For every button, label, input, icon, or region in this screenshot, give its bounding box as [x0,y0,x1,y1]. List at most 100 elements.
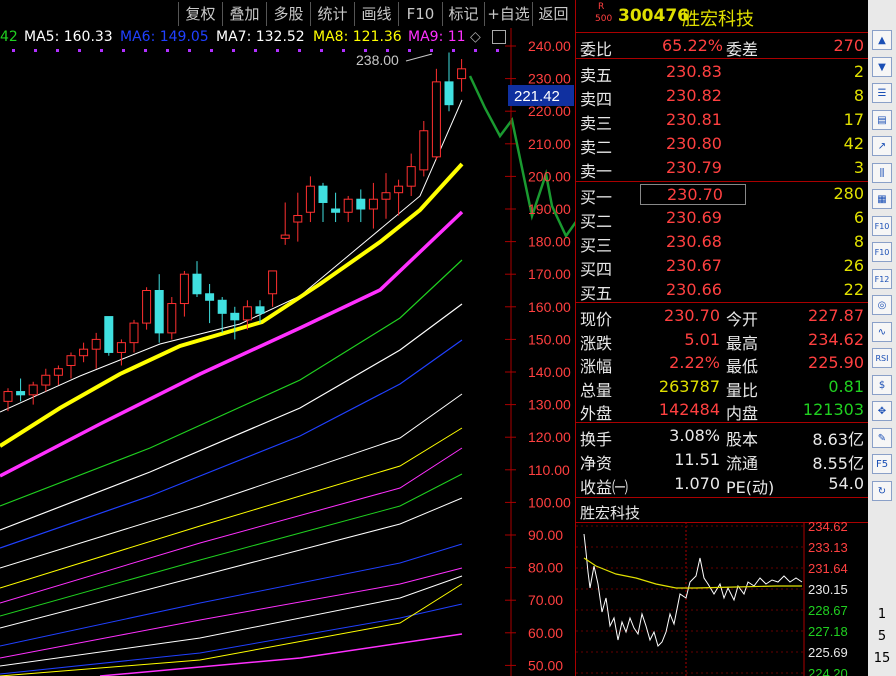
price-axis-tick: 170.00 [528,266,571,282]
stat-value: 234.62 [808,329,864,349]
multi-stock-button[interactable]: 多股 [266,2,310,26]
candle [129,322,139,344]
f10-icon[interactable]: F10 [872,215,892,236]
fund-value: 1.070 [674,474,720,493]
stat-label: 今开 [726,310,759,329]
doc-icon[interactable]: ▦ [872,189,892,209]
f10-button[interactable]: F10 [398,2,442,26]
weibi-value: 65.22% [662,36,724,55]
bid-row: 买一 230.70 280 [576,182,868,207]
bid-label: 买二 [580,212,613,231]
fund-row: 换手 3.08% 股本 8.63亿 [576,424,868,449]
rsi-icon[interactable]: RSI [872,348,892,368]
ask-row: 卖三 230.81 17 [576,108,868,133]
refresh-icon[interactable]: ↻ [872,480,892,501]
mini-axis-tick: 230.15 [808,582,848,597]
intraday-price-line [583,533,803,647]
ask-row: 卖四 230.82 8 [576,84,868,109]
bid-price: 230.68 [666,232,722,251]
mini-axis-tick: 224.20 [808,666,848,676]
fund-row: 净资 11.51 流通 8.55亿 [576,448,868,473]
pencil-icon[interactable]: ✎ [872,427,892,448]
mini-axis-tick: 228.67 [808,603,848,618]
fund-row: 收益㈠ 1.070 PE(动) 54.0 [576,472,868,497]
list-icon[interactable]: ☰ [872,83,892,103]
high-marker-label: 238.00 [356,52,399,68]
ask-label: 卖三 [580,114,613,133]
candle [41,374,51,386]
trend-icon[interactable]: ↗ [872,136,892,156]
dollar-icon[interactable]: $ [872,374,892,395]
period-number[interactable]: 15 [868,651,896,666]
price-axis-tick: 60.00 [528,625,563,641]
candle [3,391,13,402]
tick-icon[interactable]: ▤ [872,109,892,130]
kline-chart[interactable]: 240.00230.00220.00210.00200.00190.00180.… [0,28,575,676]
intraday-minichart[interactable]: 234.62 233.13 231.64 230.15 228.67 227.18 225.… [576,522,868,676]
ask-label: 卖五 [580,66,613,85]
candle [217,299,227,314]
arrow-up-icon[interactable]: ▲ [872,30,892,50]
fund-label: PE(动) [726,478,775,497]
f12-icon[interactable]: F12 [872,268,892,289]
bid-label: 买五 [580,284,613,303]
f10b-icon[interactable]: F10 [872,242,892,262]
candle [343,198,353,213]
kline-icon[interactable]: ⫼ [872,162,892,183]
price-axis-tick: 230.00 [528,71,571,87]
weibi-label: 委比 [580,40,613,59]
candle [406,166,416,187]
bid-label: 买一 [580,188,613,207]
mini-axis-tick: 231.64 [808,561,848,576]
candle [356,198,366,210]
fund-label: 流通 [726,454,759,473]
weicha-value: 270 [833,36,864,55]
top-toolbar: 复权 叠加 多股 统计 画线 F10 标记 +自选 返回 [0,0,575,28]
candle [368,198,378,210]
fund-value: 11.51 [674,450,720,469]
ask-volume: 2 [853,62,864,81]
ask-row: 卖二 230.80 42 [576,132,868,157]
mini-axis-tick: 234.62 [808,522,848,534]
back-button[interactable]: 返回 [532,2,574,26]
price-axis-tick: 50.00 [528,657,563,673]
statistics-button[interactable]: 统计 [310,2,354,26]
stat-value: 230.70 [664,306,720,325]
arrow-down-icon[interactable]: ▼ [872,56,892,77]
candle [457,68,467,80]
stat-value: 227.87 [808,306,864,325]
candle [192,273,202,295]
stat-row: 涨幅 2.22% 最低 225.90 [576,351,868,376]
weibi-row: 委比 65.22% 委差 270 [576,34,868,59]
bid-volume: 280 [833,184,864,203]
stat-row: 涨跌 5.01 最高 234.62 [576,328,868,353]
period-number[interactable]: 5 [868,629,896,644]
bid-volume: 22 [843,280,864,299]
bid-volume: 26 [843,256,864,275]
price-axis-tick: 130.00 [528,397,571,413]
period-number[interactable]: 1 [868,607,896,622]
candle [154,290,164,334]
fund-label: 股本 [726,430,759,449]
stat-value: 121303 [802,400,864,419]
bid-label: 买四 [580,260,613,279]
ask-price: 230.79 [666,158,722,177]
ma-lines [0,99,464,676]
stat-label: 最高 [726,333,759,353]
add-watchlist-button[interactable]: +自选 [484,2,532,26]
candle [381,192,391,200]
candle [293,215,303,223]
draw-line-button[interactable]: 画线 [354,2,398,26]
overlay-button[interactable]: 叠加 [222,2,266,26]
ask-price: 230.83 [666,62,722,81]
candle [331,208,341,213]
fuquan-button[interactable]: 复权 [178,2,222,26]
f5-icon[interactable]: F5 [872,454,892,474]
mark-button[interactable]: 标记 [442,2,484,26]
candle [280,234,290,239]
wave-icon[interactable]: ∿ [872,321,892,342]
circle-icon[interactable]: ◎ [872,295,892,315]
intraday-avg-line [583,557,802,589]
mini-chart-title: 胜宏科技 [580,504,641,522]
move-icon[interactable]: ✥ [872,401,892,421]
